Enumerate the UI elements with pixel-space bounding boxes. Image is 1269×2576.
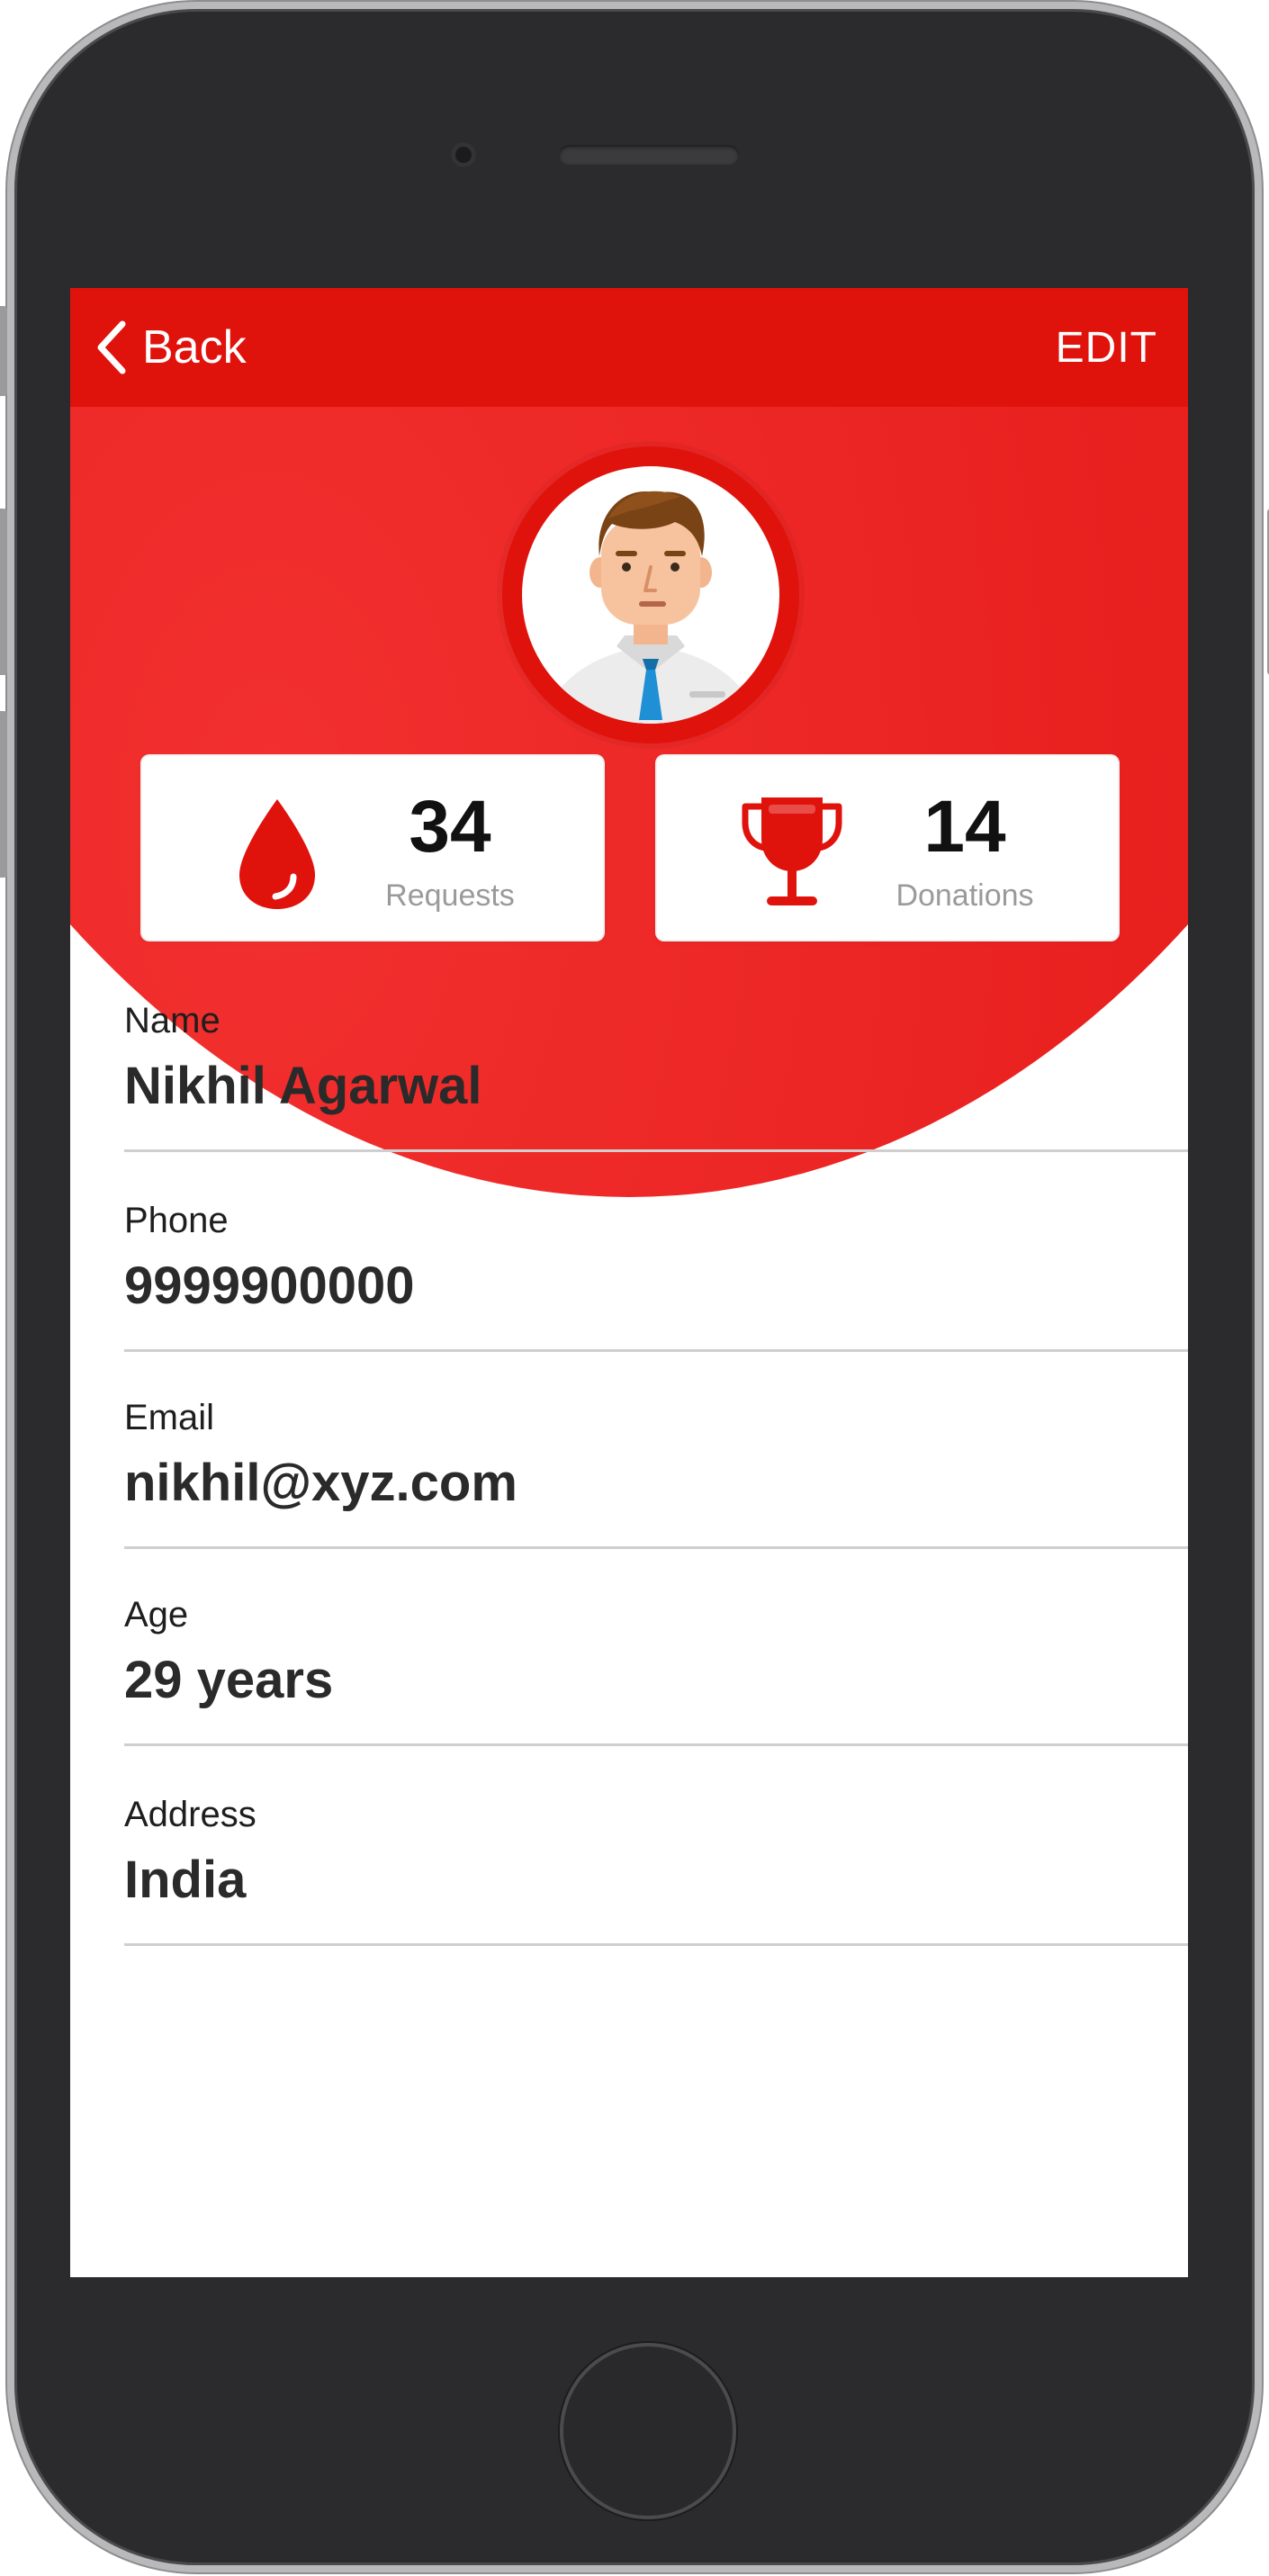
name-field: Name Nikhil Agarwal — [124, 954, 1188, 1152]
user-avatar-illustration — [540, 491, 761, 724]
phone-field-label: Phone — [124, 1201, 229, 1240]
age-field: Age 29 years — [124, 1548, 1188, 1746]
back-button[interactable]: Back — [94, 317, 247, 378]
edit-button[interactable]: EDIT — [1056, 317, 1157, 378]
phone-field-value: 9999900000 — [124, 1256, 415, 1315]
requests-label: Requests — [385, 878, 515, 913]
earpiece-speaker — [559, 145, 739, 165]
email-field: Email nikhil@xyz.com — [124, 1351, 1188, 1549]
phone-field: Phone 9999900000 — [124, 1154, 1188, 1352]
avatar — [522, 466, 779, 724]
back-label: Back — [142, 321, 247, 374]
age-field-value: 29 years — [124, 1651, 334, 1709]
requests-stat-card[interactable]: 34 Requests — [142, 756, 603, 940]
chevron-left-icon — [97, 320, 126, 374]
address-field-label: Address — [124, 1795, 256, 1834]
age-field-label: Age — [124, 1595, 189, 1635]
email-field-value: nikhil@xyz.com — [124, 1454, 518, 1512]
donations-label: Donations — [896, 878, 1034, 913]
email-field-label: Email — [124, 1398, 215, 1437]
requests-count: 34 — [409, 786, 491, 868]
name-field-label: Name — [124, 1001, 220, 1040]
front-camera — [451, 142, 476, 167]
mute-switch — [0, 306, 7, 396]
volume-down-button — [0, 711, 7, 878]
top-nav-bar: Back EDIT — [70, 288, 1188, 407]
blood-drop-icon — [239, 799, 315, 909]
app-screen: Back EDIT 34 Requests 14 Donations Name … — [70, 288, 1188, 2277]
volume-up-button — [0, 509, 7, 675]
avatar-ring — [502, 446, 799, 743]
donations-count: 14 — [923, 786, 1006, 868]
name-field-value: Nikhil Agarwal — [124, 1057, 482, 1115]
address-field-value: India — [124, 1851, 247, 1909]
home-button[interactable] — [560, 2343, 736, 2519]
address-field: Address India — [124, 1748, 1188, 1946]
donations-stat-card[interactable]: 14 Donations — [657, 756, 1118, 940]
trophy-icon — [742, 797, 842, 905]
